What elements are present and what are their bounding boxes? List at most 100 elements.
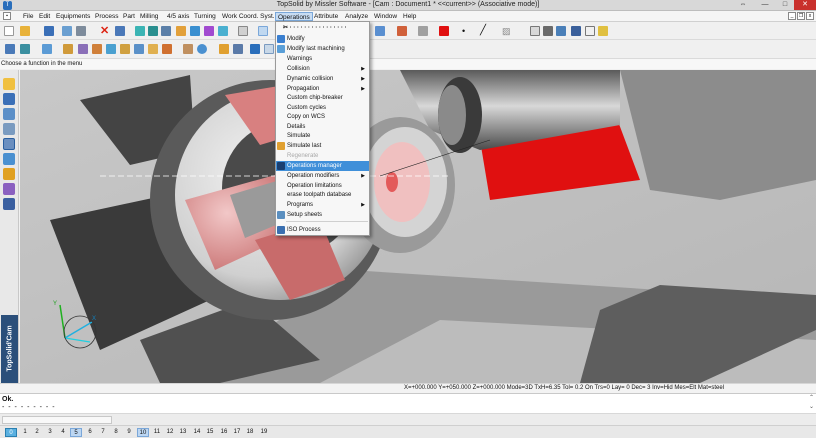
menu-item-simulate[interactable]: Simulate <box>276 131 369 141</box>
save-icon[interactable] <box>44 26 54 36</box>
menu-item-iso-process[interactable]: ISO Process <box>276 225 369 235</box>
layer-1[interactable]: 1 <box>19 428 31 437</box>
menu-window[interactable]: Window <box>372 12 399 21</box>
menu-edit[interactable]: Edit <box>37 12 52 21</box>
cam-icon-2[interactable] <box>20 44 30 54</box>
assembly-mode-icon[interactable] <box>3 198 15 210</box>
layer-9[interactable]: 9 <box>123 428 135 437</box>
cam-icon-4[interactable] <box>63 44 73 54</box>
document-icon[interactable]: ▪ <box>3 12 11 20</box>
surface-icon[interactable] <box>3 123 15 135</box>
tool-icon-3[interactable] <box>161 26 171 36</box>
line-style-icon[interactable]: ╱ <box>480 26 490 36</box>
tool-icon-11[interactable] <box>397 26 407 36</box>
cam-icon-1[interactable] <box>5 44 15 54</box>
cam-icon-3[interactable] <box>42 44 52 54</box>
menu-item-copy-on-wcs[interactable]: Copy on WCS <box>276 112 369 122</box>
menu-item-custom-chip-breaker[interactable]: Custom chip-breaker <box>276 93 369 103</box>
layer-19[interactable]: 19 <box>258 428 270 437</box>
layer-5[interactable]: 5 <box>70 428 82 437</box>
cam-icon-16[interactable] <box>250 44 260 54</box>
menu-item-collision[interactable]: Collision ▶ <box>276 64 369 74</box>
layer-14[interactable]: 14 <box>191 428 203 437</box>
info-icon[interactable] <box>62 26 72 36</box>
layer-12[interactable]: 12 <box>164 428 176 437</box>
cam-icon-5[interactable] <box>78 44 88 54</box>
menu-item-operations-manager[interactable]: Operations manager <box>276 161 369 171</box>
menu-item-operation-modifiers[interactable]: Operation modifiers ▶ <box>276 171 369 181</box>
restore-button[interactable]: ⇔ <box>732 0 754 10</box>
cam-icon-12[interactable] <box>183 44 193 54</box>
graphics-viewport[interactable]: Y X <box>20 70 816 383</box>
menu-item-programs[interactable]: Programs ▶ <box>276 200 369 210</box>
delete-icon[interactable]: ✕ <box>100 26 110 37</box>
menu-analyze[interactable]: Analyze <box>343 12 370 21</box>
draft-mode-icon[interactable] <box>3 183 15 195</box>
cam-icon-9[interactable] <box>134 44 144 54</box>
maximize-button[interactable]: □ <box>774 0 796 10</box>
tool-icon-12[interactable] <box>418 26 428 36</box>
mdi-close-button[interactable]: x <box>806 12 814 20</box>
cam-mode-icon[interactable] <box>3 138 15 150</box>
menu-attribute[interactable]: Attribute <box>312 12 340 21</box>
menu-item-modify[interactable]: Modify <box>276 34 369 44</box>
new-file-icon[interactable] <box>4 26 14 36</box>
cam-icon-14[interactable] <box>219 44 229 54</box>
menu-item-erase-toolpath-database[interactable]: erase toolpath database <box>276 190 369 200</box>
tool-icon-2[interactable] <box>148 26 158 36</box>
close-button[interactable]: ✕ <box>794 0 816 10</box>
layer-10[interactable]: 10 <box>137 428 149 437</box>
menu-tearoff[interactable]: ✂ · · · · · · · · · · · · · · · · <box>276 23 369 33</box>
menu-item-warnings[interactable]: Warnings <box>276 54 369 64</box>
scroll-up-icon[interactable]: ⌃ <box>809 394 814 401</box>
curve-icon[interactable] <box>3 108 15 120</box>
cam-icon-7[interactable] <box>106 44 116 54</box>
menu-equipments[interactable]: Equipments <box>54 12 92 21</box>
menu-help[interactable]: Help <box>401 12 418 21</box>
layer-3[interactable]: 3 <box>44 428 56 437</box>
cam-icon-8[interactable] <box>120 44 130 54</box>
color-red-swatch[interactable] <box>439 26 449 36</box>
mdi-minimize-button[interactable]: _ <box>788 12 796 20</box>
layer-18[interactable]: 18 <box>244 428 256 437</box>
layer-2[interactable]: 2 <box>31 428 43 437</box>
menu-operations[interactable]: Operations <box>275 12 313 21</box>
cam-icon-6[interactable] <box>92 44 102 54</box>
tool-icon-10[interactable] <box>375 26 385 36</box>
layer-15[interactable]: 15 <box>204 428 216 437</box>
layer-6[interactable]: 6 <box>84 428 96 437</box>
tool-icon-7[interactable] <box>218 26 228 36</box>
cam-icon-10[interactable] <box>148 44 158 54</box>
minimize-button[interactable]: — <box>754 0 776 10</box>
mdi-restore-button[interactable]: ❐ <box>797 12 805 20</box>
layer-11[interactable]: 11 <box>151 428 163 437</box>
layer-13[interactable]: 13 <box>177 428 189 437</box>
menu-item-setup-sheets[interactable]: Setup sheets <box>276 210 369 220</box>
menu-part[interactable]: Part <box>121 12 137 21</box>
view-icon-2[interactable] <box>543 26 553 36</box>
menu-item-dynamic-collision[interactable]: Dynamic collision ▶ <box>276 74 369 84</box>
layer-0[interactable]: 0 <box>5 428 17 437</box>
tool-icon-8[interactable] <box>238 26 248 36</box>
tool-icon-1[interactable] <box>135 26 145 36</box>
sketch-icon[interactable] <box>3 78 15 90</box>
tool-icon-4[interactable] <box>176 26 186 36</box>
clipboard-icon[interactable] <box>76 26 86 36</box>
cam-icon-17[interactable] <box>264 44 274 54</box>
layer-16[interactable]: 16 <box>218 428 230 437</box>
tool-icon-9[interactable] <box>258 26 268 36</box>
view-icon-6[interactable] <box>598 26 608 36</box>
menu-turning[interactable]: Turning <box>192 12 218 21</box>
menu-item-regenerate[interactable]: Regenerate <box>276 151 369 161</box>
cam-icon-13[interactable] <box>197 44 207 54</box>
scroll-down-icon[interactable]: ⌄ <box>809 403 814 410</box>
menu-work-coord-syst[interactable]: Work Coord. Syst. <box>220 12 277 21</box>
cam-icon-15[interactable] <box>233 44 243 54</box>
menu-file[interactable]: File <box>21 12 35 21</box>
layer-4[interactable]: 4 <box>57 428 69 437</box>
open-folder-icon[interactable] <box>20 26 30 36</box>
command-field[interactable] <box>2 416 112 424</box>
layer-17[interactable]: 17 <box>231 428 243 437</box>
menu-process[interactable]: Process <box>93 12 120 21</box>
tool-mode-icon[interactable] <box>3 153 15 165</box>
